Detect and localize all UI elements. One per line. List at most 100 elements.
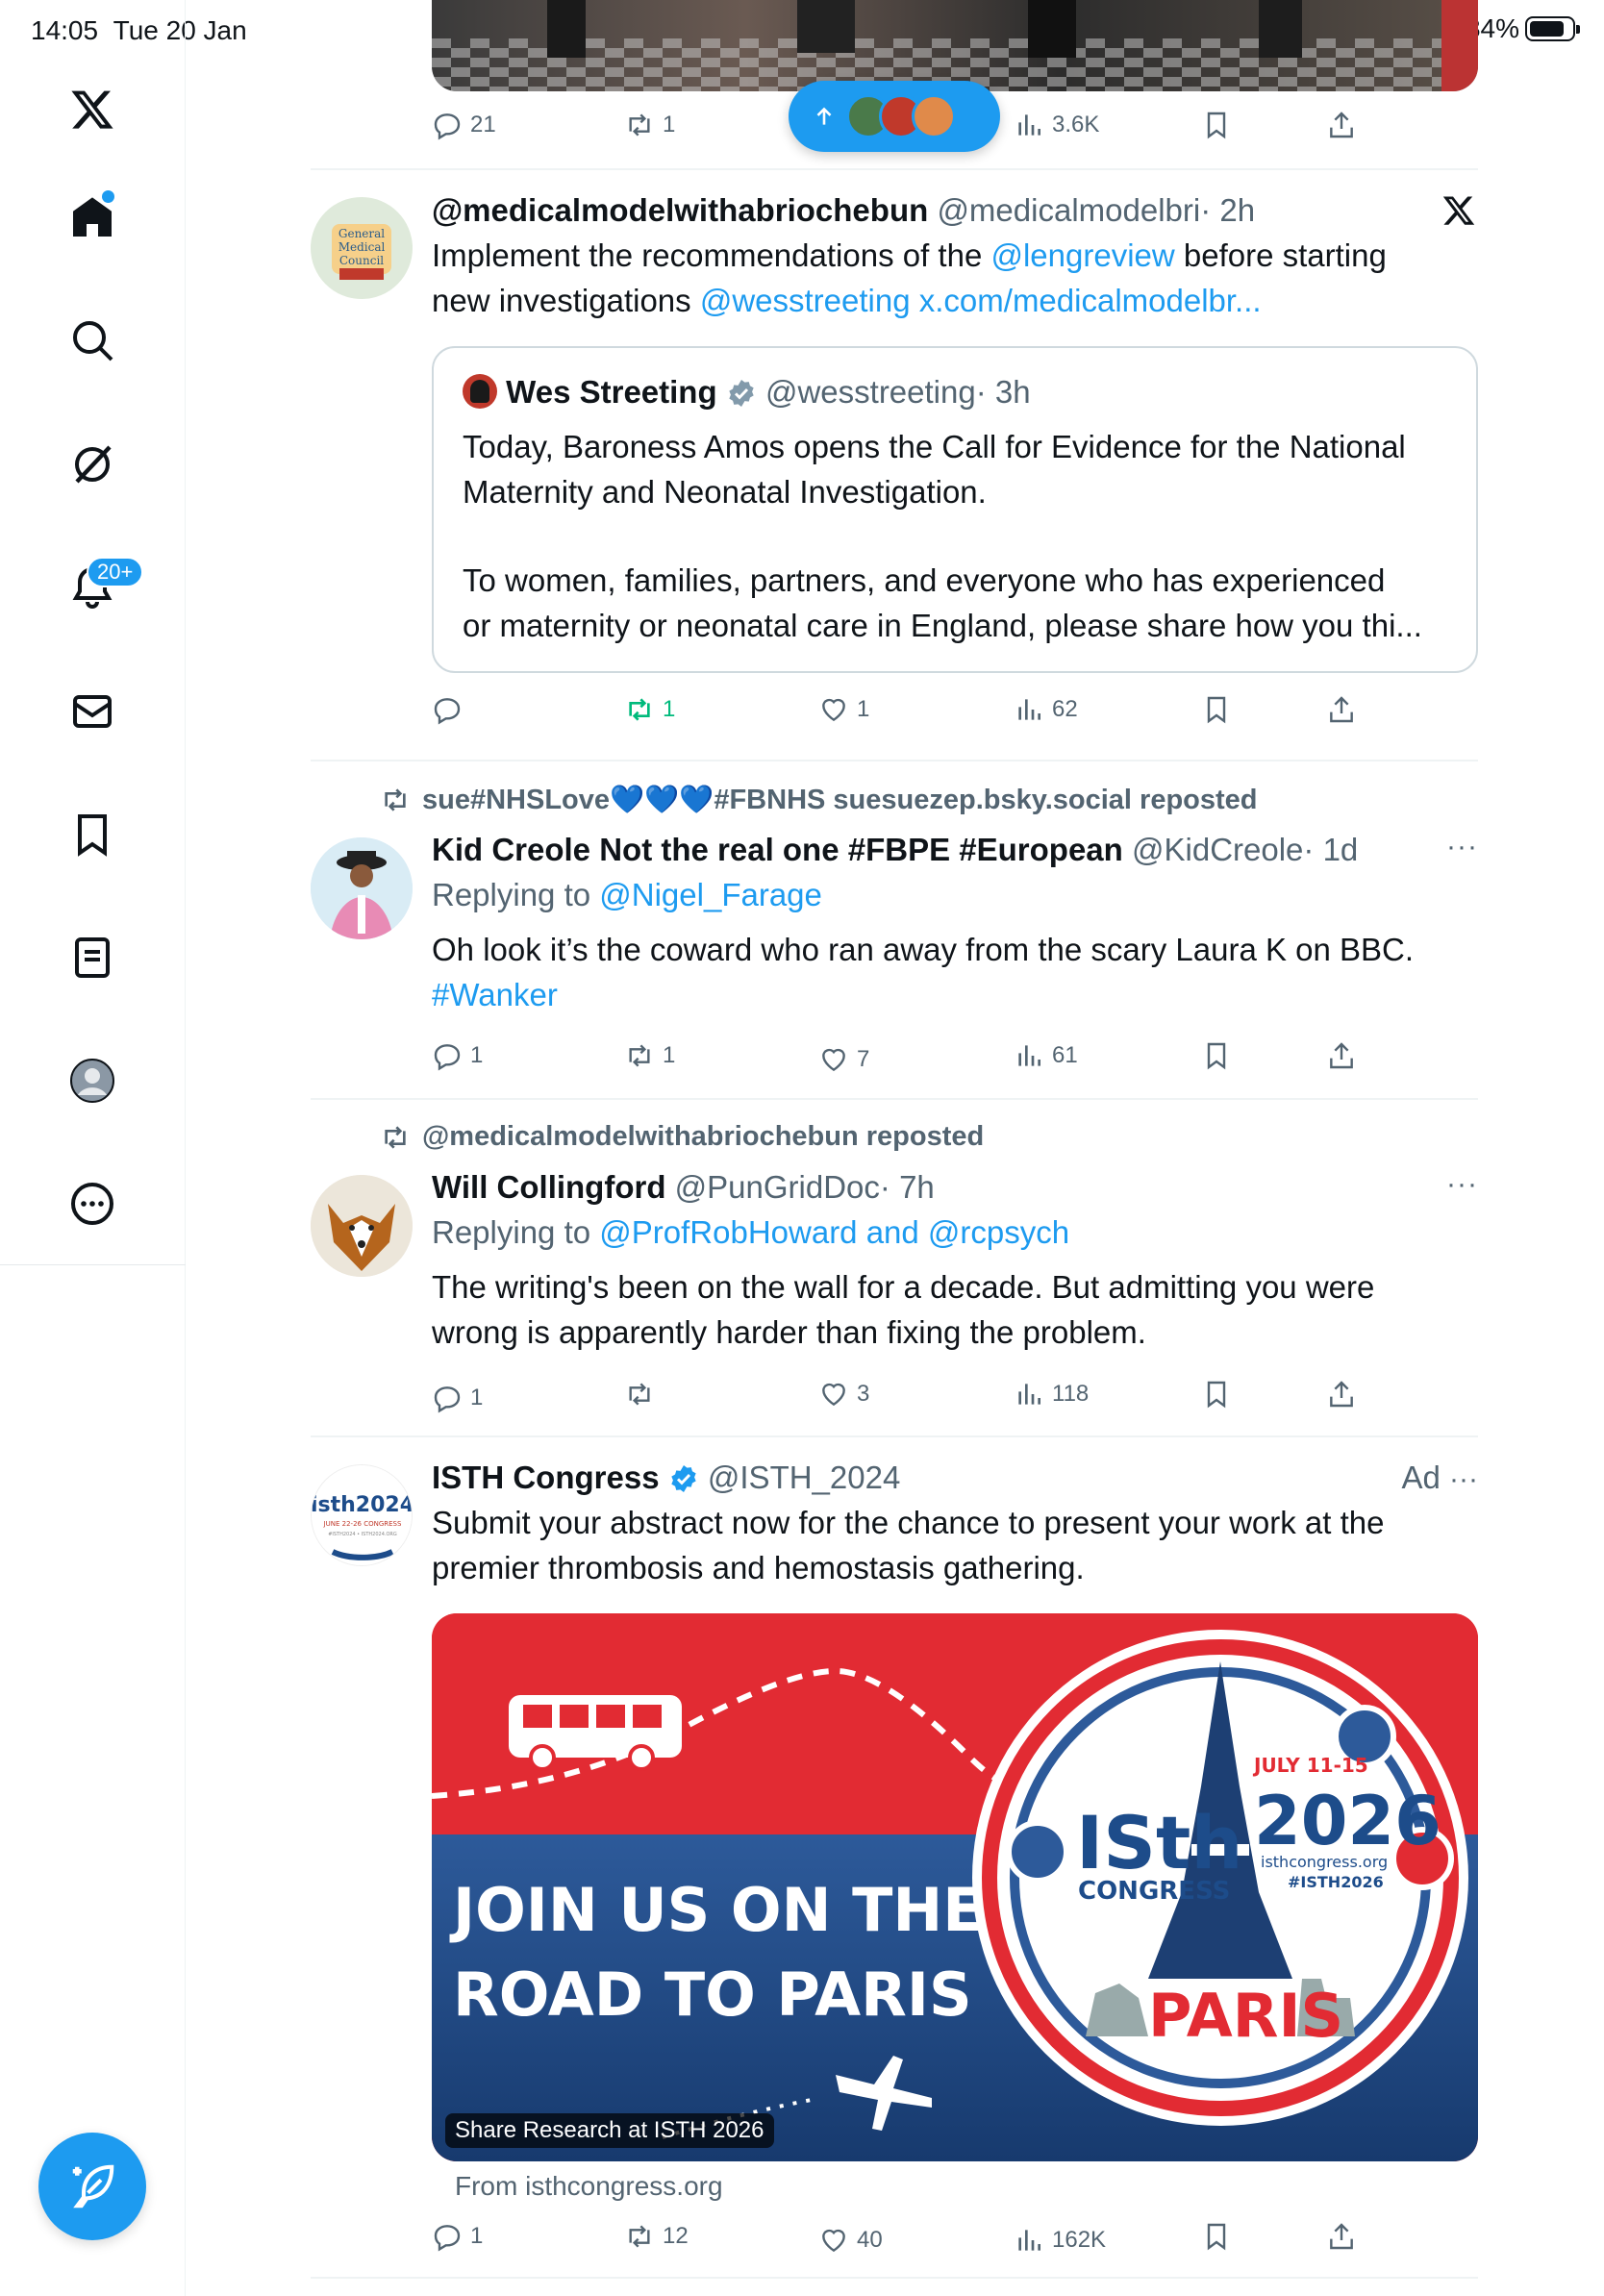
share-button[interactable] (1326, 2221, 1357, 2252)
svg-text:General: General (338, 227, 385, 240)
sidebar-item-more[interactable] (54, 1165, 131, 1242)
url-link[interactable]: x.com/medicalmodelbr... (911, 283, 1262, 318)
ad-source[interactable]: From isthcongress.org (455, 2171, 723, 2202)
bookmark-button[interactable] (1201, 694, 1232, 725)
ad-logo-congress: CONGRESS (1078, 1877, 1230, 1906)
hashtag-link[interactable]: #Wanker (432, 972, 1478, 1017)
new-posts-pill[interactable] (789, 81, 1000, 152)
repost-icon (629, 113, 650, 137)
quote-handle[interactable]: @wesstreeting (765, 374, 976, 410)
ad-label: Ad (1401, 1460, 1441, 1495)
more-options-icon[interactable]: ··· (1446, 1168, 1478, 1201)
sidebar-item-grok[interactable] (54, 426, 131, 503)
search-icon (73, 321, 113, 362)
reply-button[interactable]: 21 (432, 110, 496, 140)
repost-button[interactable] (624, 1379, 655, 1410)
repost-button[interactable]: 1 (624, 1040, 675, 1071)
mention-link[interactable]: @lengreview (990, 237, 1174, 273)
sidebar-item-profile[interactable] (54, 1042, 131, 1119)
avatar[interactable]: isth2024 JUNE 22-26 CONGRESS #ISTH2024 • I… (311, 1464, 413, 1566)
share-icon (1330, 112, 1353, 138)
quote-display-name[interactable]: Wes Streeting (506, 374, 716, 410)
reply-button[interactable]: 1 (432, 1383, 483, 1413)
like-button[interactable]: 3 (818, 1379, 869, 1410)
repost-button[interactable]: 12 (624, 2221, 689, 2252)
mention-link[interactable]: @wesstreeting (700, 283, 911, 318)
sidebar-item-explore[interactable] (54, 302, 131, 379)
bookmark-icon (1207, 696, 1226, 724)
handle[interactable]: @KidCreole (1132, 832, 1303, 867)
mention-link[interactable]: @Nigel_Farage (599, 877, 822, 912)
handle[interactable]: @PunGridDoc (675, 1169, 880, 1205)
timestamp[interactable]: · 2h (1200, 192, 1255, 228)
views-button[interactable]: 61 (1014, 1040, 1078, 1071)
repost-icon (629, 1383, 650, 1406)
grok-icon (75, 445, 112, 484)
display-name[interactable]: @medicalmodelwithabriochebun (432, 192, 928, 228)
reply-button[interactable] (432, 694, 463, 725)
bookmark-button[interactable] (1201, 2221, 1232, 2252)
views-button[interactable]: 62 (1014, 694, 1078, 725)
bookmark-button[interactable] (1201, 110, 1232, 140)
x-logo-icon[interactable] (54, 71, 131, 148)
photo-floor-pattern (432, 0, 1478, 91)
repost-button[interactable]: 1 (624, 110, 675, 140)
home-unread-dot (102, 190, 114, 203)
ad-logo-year: 2026 (1254, 1782, 1441, 1860)
sidebar-item-bookmarks[interactable] (54, 796, 131, 873)
display-name[interactable]: Will Collingford (432, 1169, 666, 1205)
tweet-text: Implement the recommendations of the @le… (432, 237, 1387, 318)
share-icon (1330, 1381, 1353, 1408)
bookmark-button[interactable] (1201, 1040, 1232, 1071)
avatar[interactable] (311, 837, 413, 939)
handle[interactable]: @ISTH_2024 (708, 1460, 900, 1495)
timestamp[interactable]: · 1d (1303, 832, 1358, 867)
partial-tweet-media[interactable] (432, 0, 1478, 91)
quote-timestamp[interactable]: · 3h (976, 374, 1031, 410)
display-name[interactable]: Kid Creole Not the real one #FBPE #Europ… (432, 832, 1123, 867)
replying-to: Replying to @Nigel_Farage (432, 877, 822, 912)
timestamp[interactable]: · 7h (880, 1169, 935, 1205)
sidebar: 20+ (0, 0, 186, 2296)
tweet-divider (311, 1435, 1478, 1437)
share-button[interactable] (1326, 694, 1357, 725)
like-button[interactable]: 40 (818, 2225, 883, 2256)
sidebar-item-notifications[interactable]: 20+ (54, 549, 144, 626)
svg-text:isth2024: isth2024 (312, 1493, 413, 1517)
svg-text:JUNE 22-26 CONGRESS: JUNE 22-26 CONGRESS (323, 1520, 402, 1528)
bookmark-icon (1207, 112, 1226, 139)
reply-icon (434, 1044, 461, 1071)
share-button[interactable] (1326, 1040, 1357, 1071)
more-options-icon[interactable]: ··· (1449, 1463, 1478, 1495)
views-button[interactable]: 3.6K (1014, 110, 1099, 140)
avatar[interactable] (311, 1175, 413, 1277)
reply-button[interactable]: 1 (432, 2221, 483, 2252)
logo-site-text: #ISTH2024 • ISTH2024.ORG (328, 1532, 397, 1537)
tweet-actions: 1 1 7 61 (432, 1040, 1478, 1083)
reply-button[interactable]: 1 (432, 1040, 483, 1071)
sidebar-item-messages[interactable] (54, 673, 131, 750)
tweet-divider (311, 168, 1478, 170)
handle[interactable]: @medicalmodelbri (937, 192, 1200, 228)
x-logo-icon[interactable] (1441, 193, 1476, 228)
reposted-by[interactable]: @medicalmodelwithabriochebun reposted (380, 1121, 984, 1153)
like-button[interactable]: 1 (818, 694, 869, 725)
views-button[interactable]: 118 (1014, 1379, 1089, 1410)
display-name[interactable]: ISTH Congress (432, 1460, 660, 1495)
sidebar-item-lists[interactable] (54, 919, 131, 996)
svg-text:PARIS: PARIS (1148, 1981, 1343, 2051)
more-options-icon[interactable]: ··· (1446, 831, 1478, 863)
share-button[interactable] (1326, 110, 1357, 140)
ad-image[interactable]: JOIN US ON THE ROAD TO PARIS ISth CONGRE… (432, 1613, 1478, 2161)
compose-button[interactable] (38, 2133, 146, 2240)
quote-tweet[interactable]: Wes Streeting @wesstreeting· 3h Today, B… (432, 346, 1478, 673)
mention-link[interactable]: @ProfRobHoward and @rcpsych (599, 1214, 1069, 1250)
views-button[interactable]: 162K (1014, 2225, 1106, 2256)
avatar[interactable]: General Medical Council (311, 197, 413, 299)
share-button[interactable] (1326, 1379, 1357, 1410)
repost-button[interactable]: 1 (624, 694, 675, 725)
reposted-by[interactable]: sue#NHSLove💙💙💙#FBNHS suesuezep.bsky.soci… (380, 784, 1258, 816)
like-button[interactable]: 7 (818, 1044, 869, 1075)
bookmark-button[interactable] (1201, 1379, 1232, 1410)
sidebar-item-home[interactable] (54, 179, 131, 256)
